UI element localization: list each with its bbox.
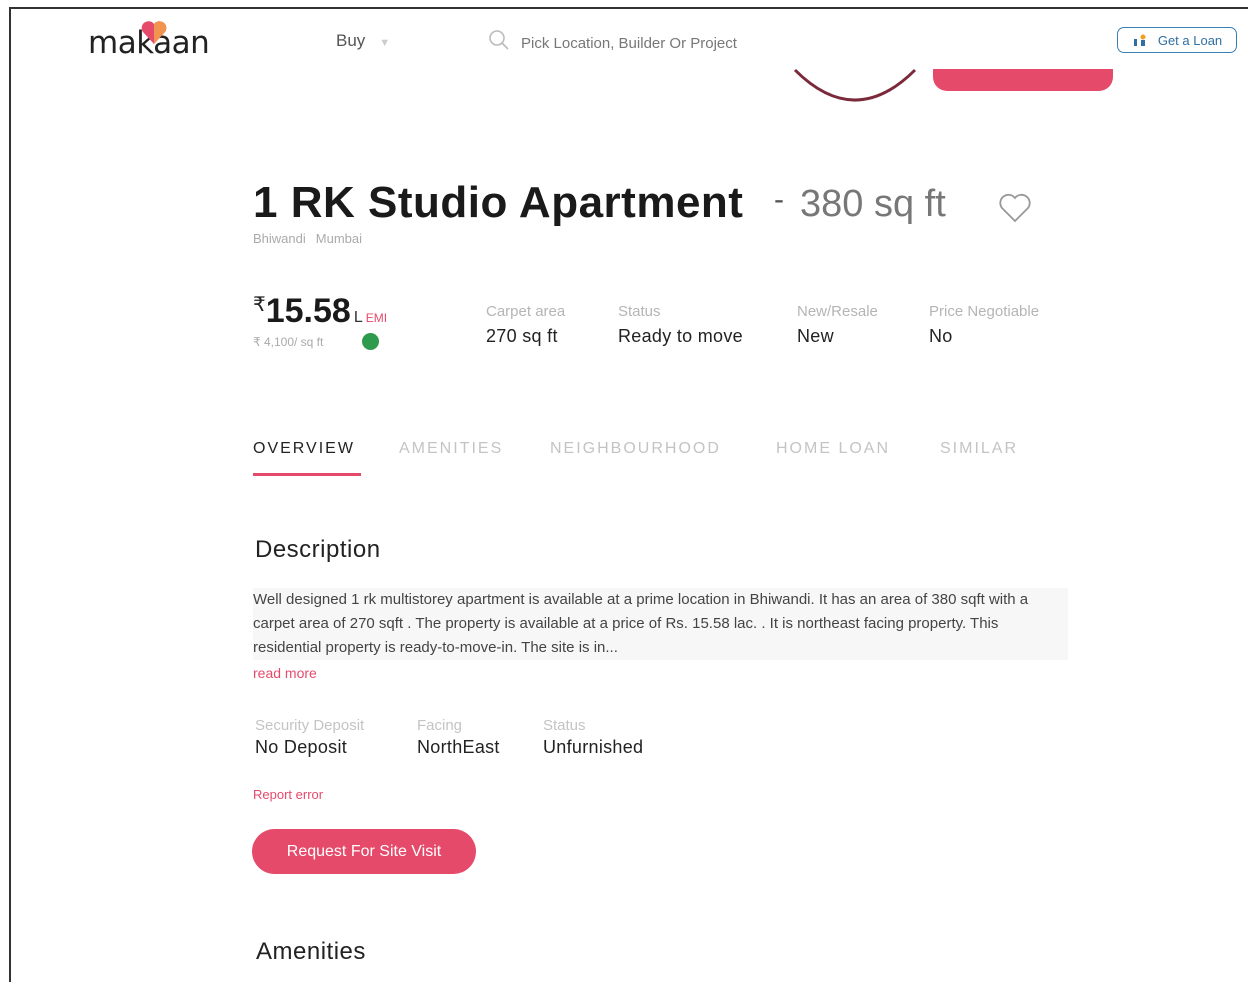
top-header: makaan Buy▼ Get a Loan [11,9,1248,69]
rupee-symbol: ₹ [253,294,266,316]
stat-label: New/Resale [797,303,878,320]
price-block: ₹15.58 L EMI [253,292,387,331]
tab-overview[interactable]: OVERVIEW [253,440,355,458]
detail-value: No Deposit [255,737,348,757]
request-site-visit-button[interactable]: Request For Site Visit [252,829,476,874]
tab-home-loan[interactable]: HOME LOAN [776,440,890,458]
price-unit: L [353,309,363,326]
city-link[interactable]: Mumbai [316,231,362,246]
loan-label: Get a Loan [1157,32,1223,48]
description-heading: Description [255,536,381,563]
listing-location: Bhiwandi Mumbai [253,231,362,246]
description-text: Well designed 1 rk multistorey apartment… [253,588,1068,660]
amenities-heading: Amenities [256,938,366,965]
detail-label: Status [543,717,586,734]
stat-price-negotiable: Price Negotiable No [929,303,1039,347]
stat-new-resale: New/Resale New [797,303,878,347]
locality-link[interactable]: Bhiwandi [253,231,306,246]
title-separator: - [774,183,784,216]
price-per-sqft: ₹ 4,100/ sq ft [253,335,324,349]
detail-facing: Facing NorthEast [417,717,500,758]
stat-value: 270 sq ft [486,326,558,346]
stat-carpet-area: Carpet area 270 sq ft [486,303,565,347]
tab-neighbourhood[interactable]: NEIGHBOURHOOD [550,440,721,458]
info-icon[interactable] [362,333,379,350]
detail-label: Security Deposit [255,717,365,734]
window-frame [9,7,1248,982]
active-tab-indicator [253,473,361,476]
search-input[interactable] [519,29,843,57]
search-icon [489,30,509,50]
detail-value: NorthEast [417,737,500,757]
stat-value: New [797,326,834,346]
chevron-down-icon: ▼ [379,37,391,49]
get-a-loan-button[interactable]: Get a Loan [1117,27,1237,53]
partial-button[interactable] [933,68,1113,91]
emi-link[interactable]: EMI [366,311,387,325]
detail-label: Facing [417,717,463,734]
buy-dropdown[interactable]: Buy ▼ [336,31,390,51]
buy-label: Buy [336,31,366,50]
price-amount: 15.58 [265,292,351,330]
tab-similar[interactable]: SIMILAR [940,440,1018,458]
detail-value: Unfurnished [543,737,644,757]
stat-value: No [929,326,953,346]
listing-area: 380 sq ft [800,183,946,225]
tab-amenities[interactable]: AMENITIES [399,440,503,458]
stat-label: Status [618,303,661,320]
favorite-heart-icon[interactable] [997,192,1033,224]
stat-status: Status Ready to move [618,303,743,347]
listing-title: 1 RK Studio Apartment [253,178,744,227]
stat-label: Carpet area [486,303,566,320]
report-error-link[interactable]: Report error [253,787,323,802]
stat-value: Ready to move [618,326,743,346]
heart-logo-icon [141,21,167,44]
read-more-link[interactable]: read more [253,665,317,681]
detail-security-deposit: Security Deposit No Deposit [255,717,364,758]
stat-label: Price Negotiable [929,303,1040,320]
loan-icon [1133,34,1146,46]
detail-furnishing-status: Status Unfurnished [543,717,643,758]
